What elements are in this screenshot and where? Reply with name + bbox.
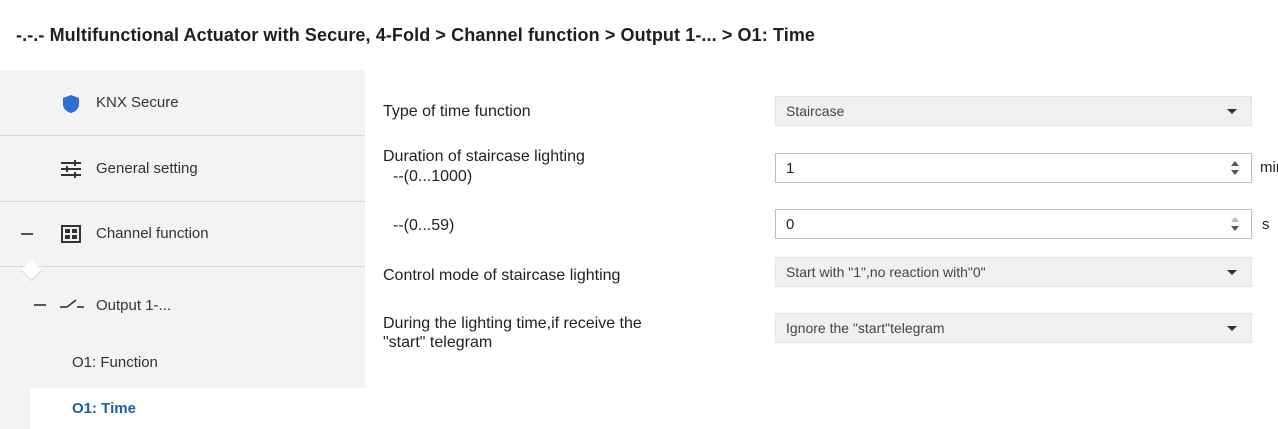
sidebar-item-label: Output 1-...: [96, 297, 172, 314]
select-value: Ignore the "start"telegram: [786, 320, 945, 336]
chevron-down-icon: [1227, 270, 1237, 275]
breadcrumb: -.-.- Multifunctional Actuator with Secu…: [16, 24, 816, 45]
decrement-icon[interactable]: [1231, 226, 1239, 231]
sidebar: KNX Secure General setting Channel funct…: [0, 70, 365, 429]
select-value: Staircase: [786, 103, 845, 119]
title-bar: -.-.- Multifunctional Actuator with Secu…: [0, 0, 1278, 70]
grid-icon: [61, 225, 81, 243]
during-lighting-label-line2: "start" telegram: [383, 334, 493, 351]
sidebar-item-label: O1: Time: [72, 400, 136, 417]
sidebar-item-label: Channel function: [96, 225, 209, 242]
sidebar-item-general-setting[interactable]: General setting: [0, 136, 365, 202]
unit-min: min: [1260, 159, 1278, 176]
chevron-down-icon: [1227, 109, 1237, 114]
during-lighting-label-line1: During the lighting time,if receive the: [383, 315, 642, 332]
decrement-icon[interactable]: [1231, 170, 1239, 175]
collapse-icon[interactable]: [21, 233, 33, 235]
sidebar-item-output-1[interactable]: Output 1-...: [0, 267, 365, 339]
input-value: 1: [786, 159, 795, 177]
sidebar-item-o1-time[interactable]: O1: Time: [30, 388, 365, 429]
duration-s-input[interactable]: 0: [775, 209, 1252, 239]
duration-label: Duration of staircase lighting: [383, 148, 585, 165]
sidebar-item-o1-function[interactable]: O1: Function: [0, 339, 365, 384]
control-mode-label: Control mode of staircase lighting: [383, 267, 621, 284]
sidebar-item-label: General setting: [96, 160, 198, 177]
shield-icon: [62, 94, 80, 114]
duration-s-range-label: --(0...59): [393, 217, 455, 234]
switch-icon: [60, 297, 84, 311]
type-of-time-function-select[interactable]: Staircase: [775, 96, 1252, 126]
sidebar-item-label: O1: Function: [72, 354, 158, 371]
parameter-panel: Type of time function Staircase Duration…: [365, 70, 1278, 429]
during-lighting-select[interactable]: Ignore the "start"telegram: [775, 313, 1252, 343]
chevron-down-icon: [1227, 326, 1237, 331]
select-value: Start with "1",no reaction with"0": [786, 264, 986, 280]
increment-icon[interactable]: [1231, 161, 1239, 166]
type-of-time-function-label: Type of time function: [383, 103, 531, 120]
input-value: 0: [786, 215, 795, 233]
sliders-icon: [60, 160, 82, 178]
duration-min-input[interactable]: 1: [775, 153, 1252, 183]
increment-icon[interactable]: [1231, 217, 1239, 222]
sidebar-item-label: KNX Secure: [96, 94, 179, 111]
collapse-icon[interactable]: [34, 304, 46, 306]
control-mode-select[interactable]: Start with "1",no reaction with"0": [775, 257, 1252, 287]
unit-s: s: [1262, 216, 1270, 233]
duration-min-range-label: --(0...1000): [393, 168, 473, 185]
sidebar-item-channel-function[interactable]: Channel function: [0, 202, 365, 267]
sidebar-item-knx-secure[interactable]: KNX Secure: [0, 70, 365, 136]
